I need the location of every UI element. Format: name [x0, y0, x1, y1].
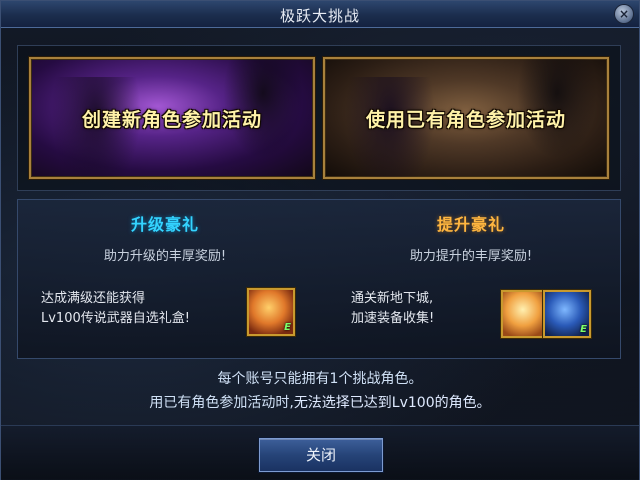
notice-line-1: 每个账号只能拥有1个挑战角色。: [217, 371, 423, 387]
close-icon[interactable]: ×: [615, 5, 633, 23]
notice-line-2-prefix: 用已有角色参加活动时,: [149, 395, 294, 411]
levelup-reward-subtitle: 助力升级的丰厚奖励!: [103, 249, 227, 264]
create-new-character-button[interactable]: 创建新角色参加活动: [29, 57, 315, 179]
dialog-title: 极跃大挑战: [279, 7, 360, 25]
enhance-reward-title: 提升豪礼: [436, 215, 505, 234]
legendary-weapon-box-icon[interactable]: E: [247, 288, 295, 336]
enhance-reward-subtitle: 助力提升的丰厚奖励!: [409, 249, 533, 264]
enhance-reward-description: 通关新地下城, 加速装备收集!: [351, 289, 434, 329]
create-new-character-label: 创建新角色参加活动: [81, 109, 262, 131]
levelup-desc-line2: Lv100传说武器自选礼盒!: [41, 311, 190, 326]
levelup-desc-line1: 达成满级还能获得: [41, 291, 146, 306]
levelup-reward-description: 达成满级还能获得 Lv100传说武器自选礼盒!: [41, 289, 190, 329]
dialog-frame: 极跃大挑战 × 创建新角色参加活动 使用已有角色参加活动 升级豪礼 助力升级的丰…: [0, 0, 640, 480]
notice-line-2: 用已有角色参加活动时,无法选择已达到Lv100的角色。: [1, 392, 639, 412]
enhance-desc-line1: 通关新地下城,: [351, 291, 434, 306]
close-button[interactable]: 关闭: [259, 438, 383, 472]
epic-badge: E: [284, 322, 291, 333]
equipment-reward-icon[interactable]: [501, 290, 549, 338]
epic-badge: E: [580, 324, 587, 335]
dialog-titlebar: 极跃大挑战 ×: [1, 1, 639, 28]
levelup-reward-title: 升级豪礼: [130, 215, 199, 234]
use-existing-character-button[interactable]: 使用已有角色参加活动: [323, 57, 609, 179]
use-existing-character-label: 使用已有角色参加活动: [365, 109, 566, 131]
enhance-desc-line2: 加速装备收集!: [351, 311, 435, 326]
notice-line-2-highlight: 无法选择已达到Lv100的角色。: [293, 395, 491, 411]
equipment-reward-icon[interactable]: E: [543, 290, 591, 338]
